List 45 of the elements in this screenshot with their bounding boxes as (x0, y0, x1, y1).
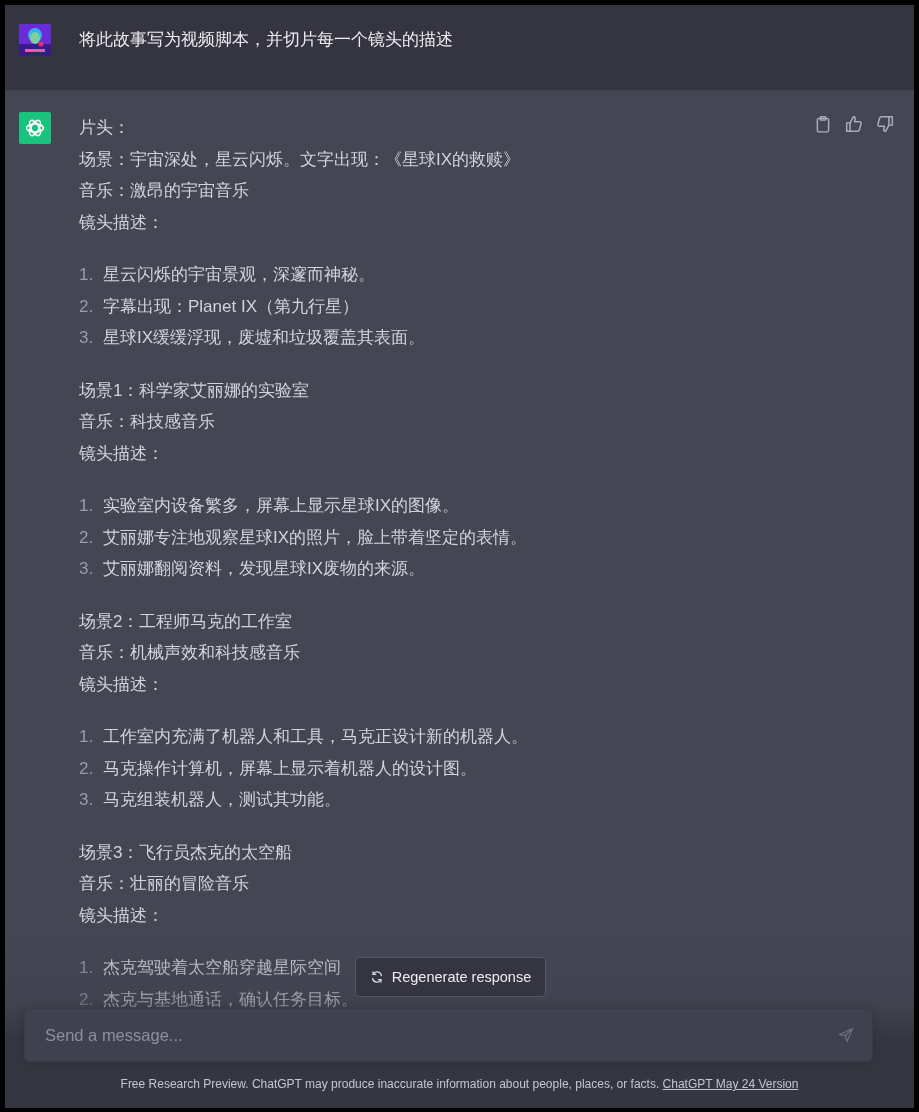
regenerate-button[interactable]: Regenerate response (354, 957, 547, 997)
list-number: 1. (79, 957, 95, 979)
list-item-text: 艾丽娜专注地观察星球IX的照片，脸上带着坚定的表情。 (103, 526, 528, 549)
refresh-icon (369, 970, 384, 984)
list-item-text: 字幕出现：Planet IX（第九行星） (103, 295, 359, 318)
response-line: 镜头描述： (79, 904, 165, 927)
list-number: 1. (79, 726, 95, 748)
list-number: 3. (79, 789, 95, 811)
disclaimer-text: Free Research Preview. ChatGPT may produce inaccurate information about people, places, or facts. ChatGPT May 24 Version (119, 1077, 800, 1091)
response-line: 音乐：科技感音乐 (79, 411, 216, 433)
thumbs-up-icon[interactable] (845, 115, 863, 133)
response-line: 片头： (79, 117, 131, 139)
list-number: 2. (79, 526, 95, 549)
list-item-text: 星云闪烁的宇宙景观，深邃而神秘。 (103, 264, 375, 286)
response-line: 场景2：工程师马克的工作室 (79, 610, 294, 633)
message-box[interactable]: Send a message... (24, 1008, 873, 1062)
response-line: 镜头描述： (79, 673, 165, 696)
user-message-text: 将此故事写为视频脚本，并切片每一个镜头的描述 (79, 29, 453, 51)
response-line: 音乐：壮丽的冒险音乐 (79, 873, 250, 895)
message-input[interactable]: Send a message... (43, 1024, 838, 1046)
clipboard-icon[interactable] (814, 115, 832, 133)
list-number: 1. (79, 264, 95, 286)
list-number: 2. (79, 295, 95, 318)
response-line: 镜头描述： (79, 442, 165, 465)
chatbot-logo-icon (19, 112, 51, 144)
thumbs-down-icon[interactable] (876, 115, 894, 133)
list-item-text: 星球IX缓缓浮现，废墟和垃圾覆盖其表面。 (103, 327, 426, 349)
list-item-text: 艾丽娜翻阅资料，发现星球IX废物的来源。 (103, 558, 426, 580)
response-line: 音乐：激昂的宇宙音乐 (79, 180, 250, 202)
list-item-text: 工作室内充满了机器人和工具，马克正设计新的机器人。 (103, 726, 528, 748)
list-item-text: 实验室内设备繁多，屏幕上显示星球IX的图像。 (103, 495, 460, 517)
response-line: 音乐：机械声效和科技感音乐 (79, 642, 301, 664)
list-item-text: 杰克驾驶着太空船穿越星际空间 (103, 957, 341, 979)
list-number: 2. (79, 757, 95, 780)
list-number: 1. (79, 495, 95, 517)
list-item-text: 马克操作计算机，屏幕上显示着机器人的设计图。 (103, 757, 477, 780)
list-number: 2. (79, 988, 95, 1011)
version-link[interactable]: ChatGPT May 24 Version (662, 1077, 799, 1091)
response-line: 场景1：科学家艾丽娜的实验室 (79, 379, 311, 402)
list-number: 3. (79, 558, 95, 580)
list-item-text: 马克组装机器人，测试其功能。 (103, 789, 341, 811)
response-line: 场景：宇宙深处，星云闪烁。文字出现：《星球IX的救赎》 (79, 148, 522, 171)
list-number: 3. (79, 327, 95, 349)
response-line: 镜头描述： (79, 211, 165, 234)
response-line: 场景3：飞行员杰克的太空船 (79, 841, 294, 864)
